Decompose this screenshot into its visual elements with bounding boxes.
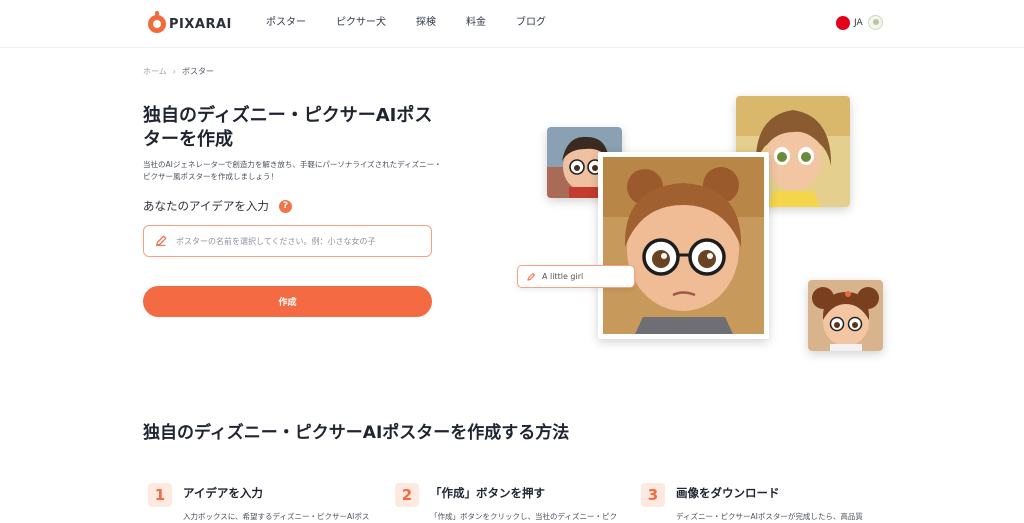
main-nav: ポスター ピクサー犬 探検 料金 ブログ <box>266 16 576 30</box>
pencil-icon <box>156 235 167 246</box>
flag-icon <box>836 16 850 30</box>
idea-label-row: あなたのアイデアを入力 ? <box>143 198 292 214</box>
step-card: 3 画像をダウンロード ディズニー・ピクサーAIポスターが完成したら、高品質 <box>641 483 881 523</box>
idea-label: あなたのアイデアを入力 <box>143 199 269 213</box>
how-to-title: 独自のディズニー・ピクサーAIポスターを作成する方法 <box>143 423 570 443</box>
help-icon[interactable]: ? <box>278 199 292 213</box>
breadcrumb-current: ポスター <box>181 67 214 76</box>
step-number: 2 <box>395 483 419 507</box>
step-description: 入力ボックスに、希望するディズニー・ピクサーAIポス <box>183 512 370 521</box>
logo-icon <box>148 11 166 33</box>
step-number: 3 <box>641 483 665 507</box>
breadcrumb: ホーム › ポスター <box>143 66 214 77</box>
step-card: 1 アイデアを入力 入力ボックスに、希望するディズニー・ピクサーAIポス <box>148 483 388 523</box>
idea-input-wrapper <box>143 225 432 257</box>
nav-item-blog[interactable]: ブログ <box>516 16 546 30</box>
poster-image-main <box>598 152 769 339</box>
step-title: アイデアを入力 <box>183 486 263 500</box>
step-card: 2 「作成」ボタンを押す 「作成」ボタンをクリックし、当社のディズニー・ピク <box>395 483 635 523</box>
pencil-icon <box>527 272 535 281</box>
poster-image-bottom-right <box>808 280 883 351</box>
step-number: 1 <box>148 483 172 507</box>
step-title: 画像をダウンロード <box>676 486 780 500</box>
step-description: ディズニー・ピクサーAIポスターが完成したら、高品質 <box>676 512 863 521</box>
hero-description: 当社のAIジェネレーターで創造力を解き放ち、手軽にパーソナライズされたディズニー… <box>143 160 442 181</box>
nav-item-poster[interactable]: ポスター <box>266 16 306 30</box>
nav-item-explore[interactable]: 探検 <box>416 16 436 30</box>
step-description: 「作成」ボタンをクリックし、当社のディズニー・ピク <box>430 512 617 521</box>
language-selector[interactable]: JA <box>836 16 863 30</box>
nav-item-pricing[interactable]: 料金 <box>466 16 486 30</box>
breadcrumb-separator: › <box>172 67 176 76</box>
brand-logo[interactable]: PIXARAI <box>148 11 232 34</box>
breadcrumb-home[interactable]: ホーム <box>143 66 167 77</box>
user-icon[interactable] <box>868 15 883 30</box>
prompt-chip-text: A little girl <box>542 272 584 281</box>
brand-name: PIXARAI <box>169 16 232 32</box>
idea-input[interactable] <box>176 236 431 246</box>
create-button[interactable]: 作成 <box>143 286 432 317</box>
site-header: PIXARAI ポスター ピクサー犬 探検 料金 ブログ JA <box>0 0 1024 48</box>
page-title: 独自のディズニー・ピクサーAIポスターを作成 <box>143 105 433 150</box>
step-title: 「作成」ボタンを押す <box>430 486 545 500</box>
language-code: JA <box>854 18 863 28</box>
nav-item-pixar-dog[interactable]: ピクサー犬 <box>336 16 386 30</box>
prompt-chip: A little girl <box>517 265 635 288</box>
